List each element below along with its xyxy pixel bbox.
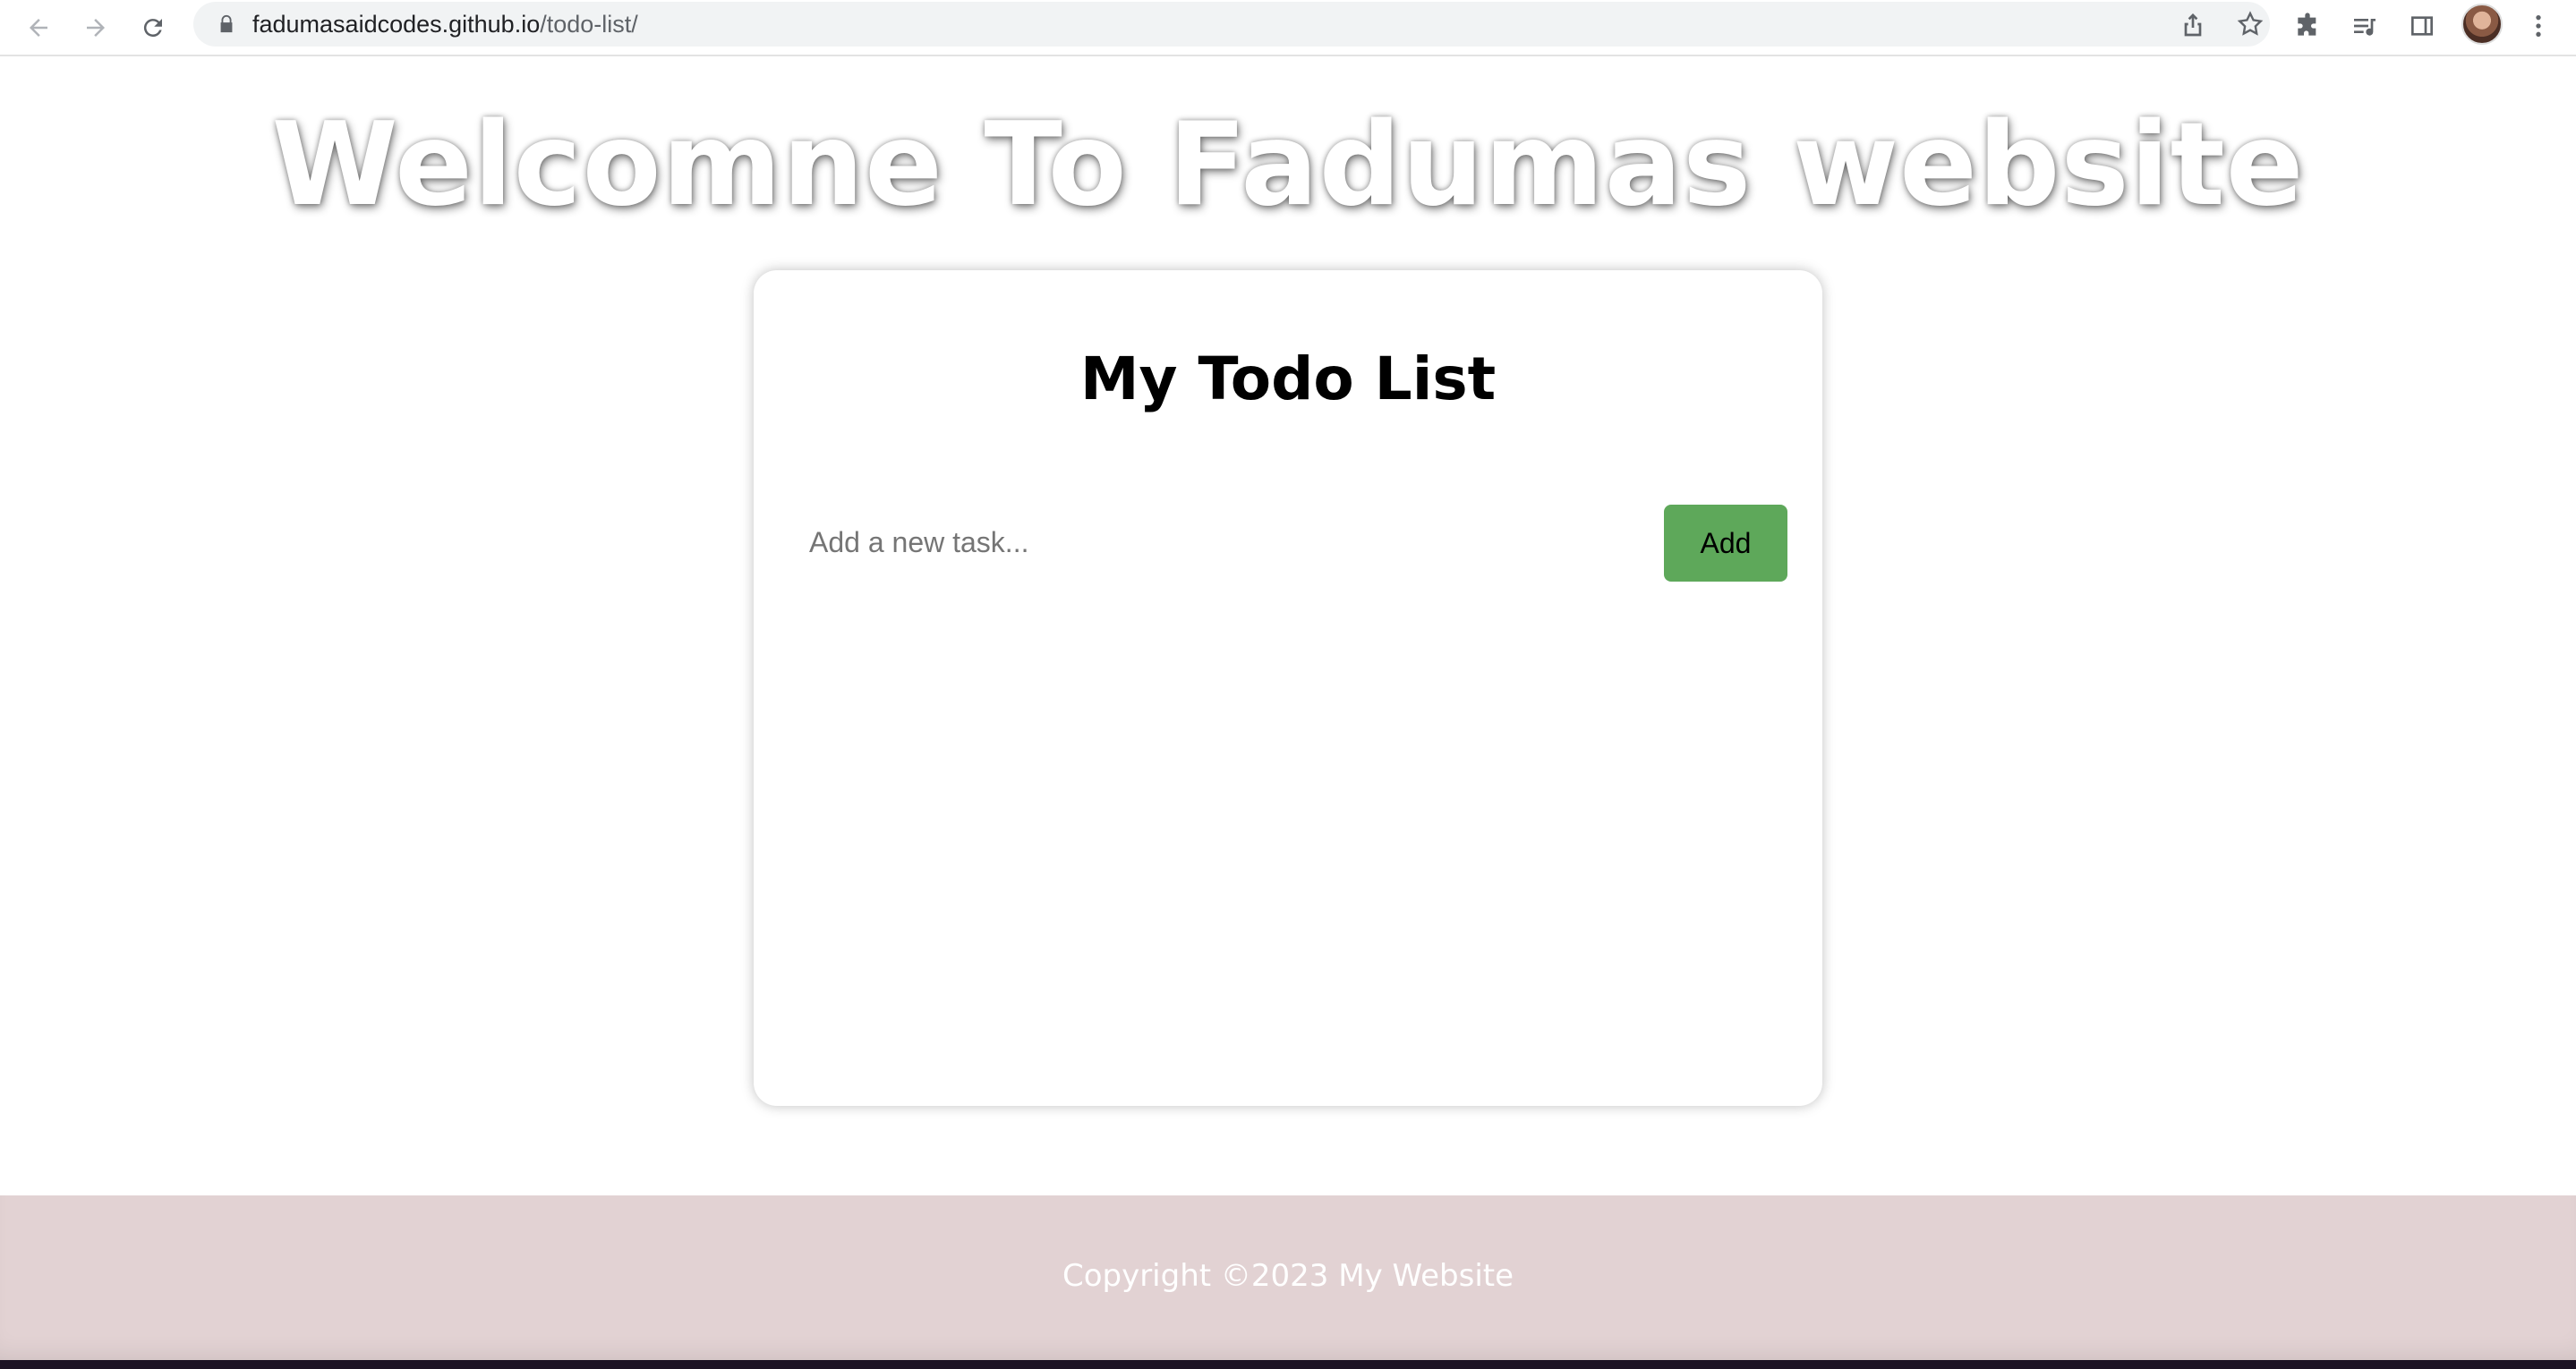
welcome-heading: Welcomne To Fadumas website [271, 98, 2305, 232]
url-path: /todo-list/ [540, 11, 638, 38]
forward-arrow-icon[interactable] [75, 7, 116, 48]
side-panel-icon[interactable] [2404, 8, 2440, 44]
todo-title: My Todo List [1079, 344, 1497, 413]
reload-icon[interactable] [132, 7, 174, 48]
star-icon[interactable] [2236, 10, 2265, 38]
more-vert-icon[interactable] [2521, 8, 2556, 44]
reading-list-icon[interactable] [2347, 8, 2383, 44]
url-host: fadumasaidcodes.github.io [252, 11, 541, 38]
share-icon[interactable] [2179, 10, 2207, 38]
url-text[interactable]: fadumasaidcodes.github.io/todo-list/ [252, 11, 638, 38]
add-task-button[interactable]: Add [1664, 505, 1787, 582]
back-arrow-icon[interactable] [18, 7, 59, 48]
window-bottom-edge [0, 1360, 2576, 1369]
profile-avatar[interactable] [2461, 4, 2503, 45]
new-task-input[interactable] [806, 505, 1629, 580]
address-bar[interactable]: fadumasaidcodes.github.io/todo-list/ [193, 2, 2270, 47]
footer-copyright: Copyright ©2023 My Website [1062, 1258, 1514, 1294]
extensions-icon[interactable] [2290, 8, 2325, 44]
browser-toolbar: fadumasaidcodes.github.io/todo-list/ [0, 0, 2576, 56]
footer: Copyright ©2023 My Website [0, 1195, 2576, 1360]
lock-icon[interactable] [217, 14, 236, 34]
todo-card: My Todo List Add [754, 270, 1822, 1106]
